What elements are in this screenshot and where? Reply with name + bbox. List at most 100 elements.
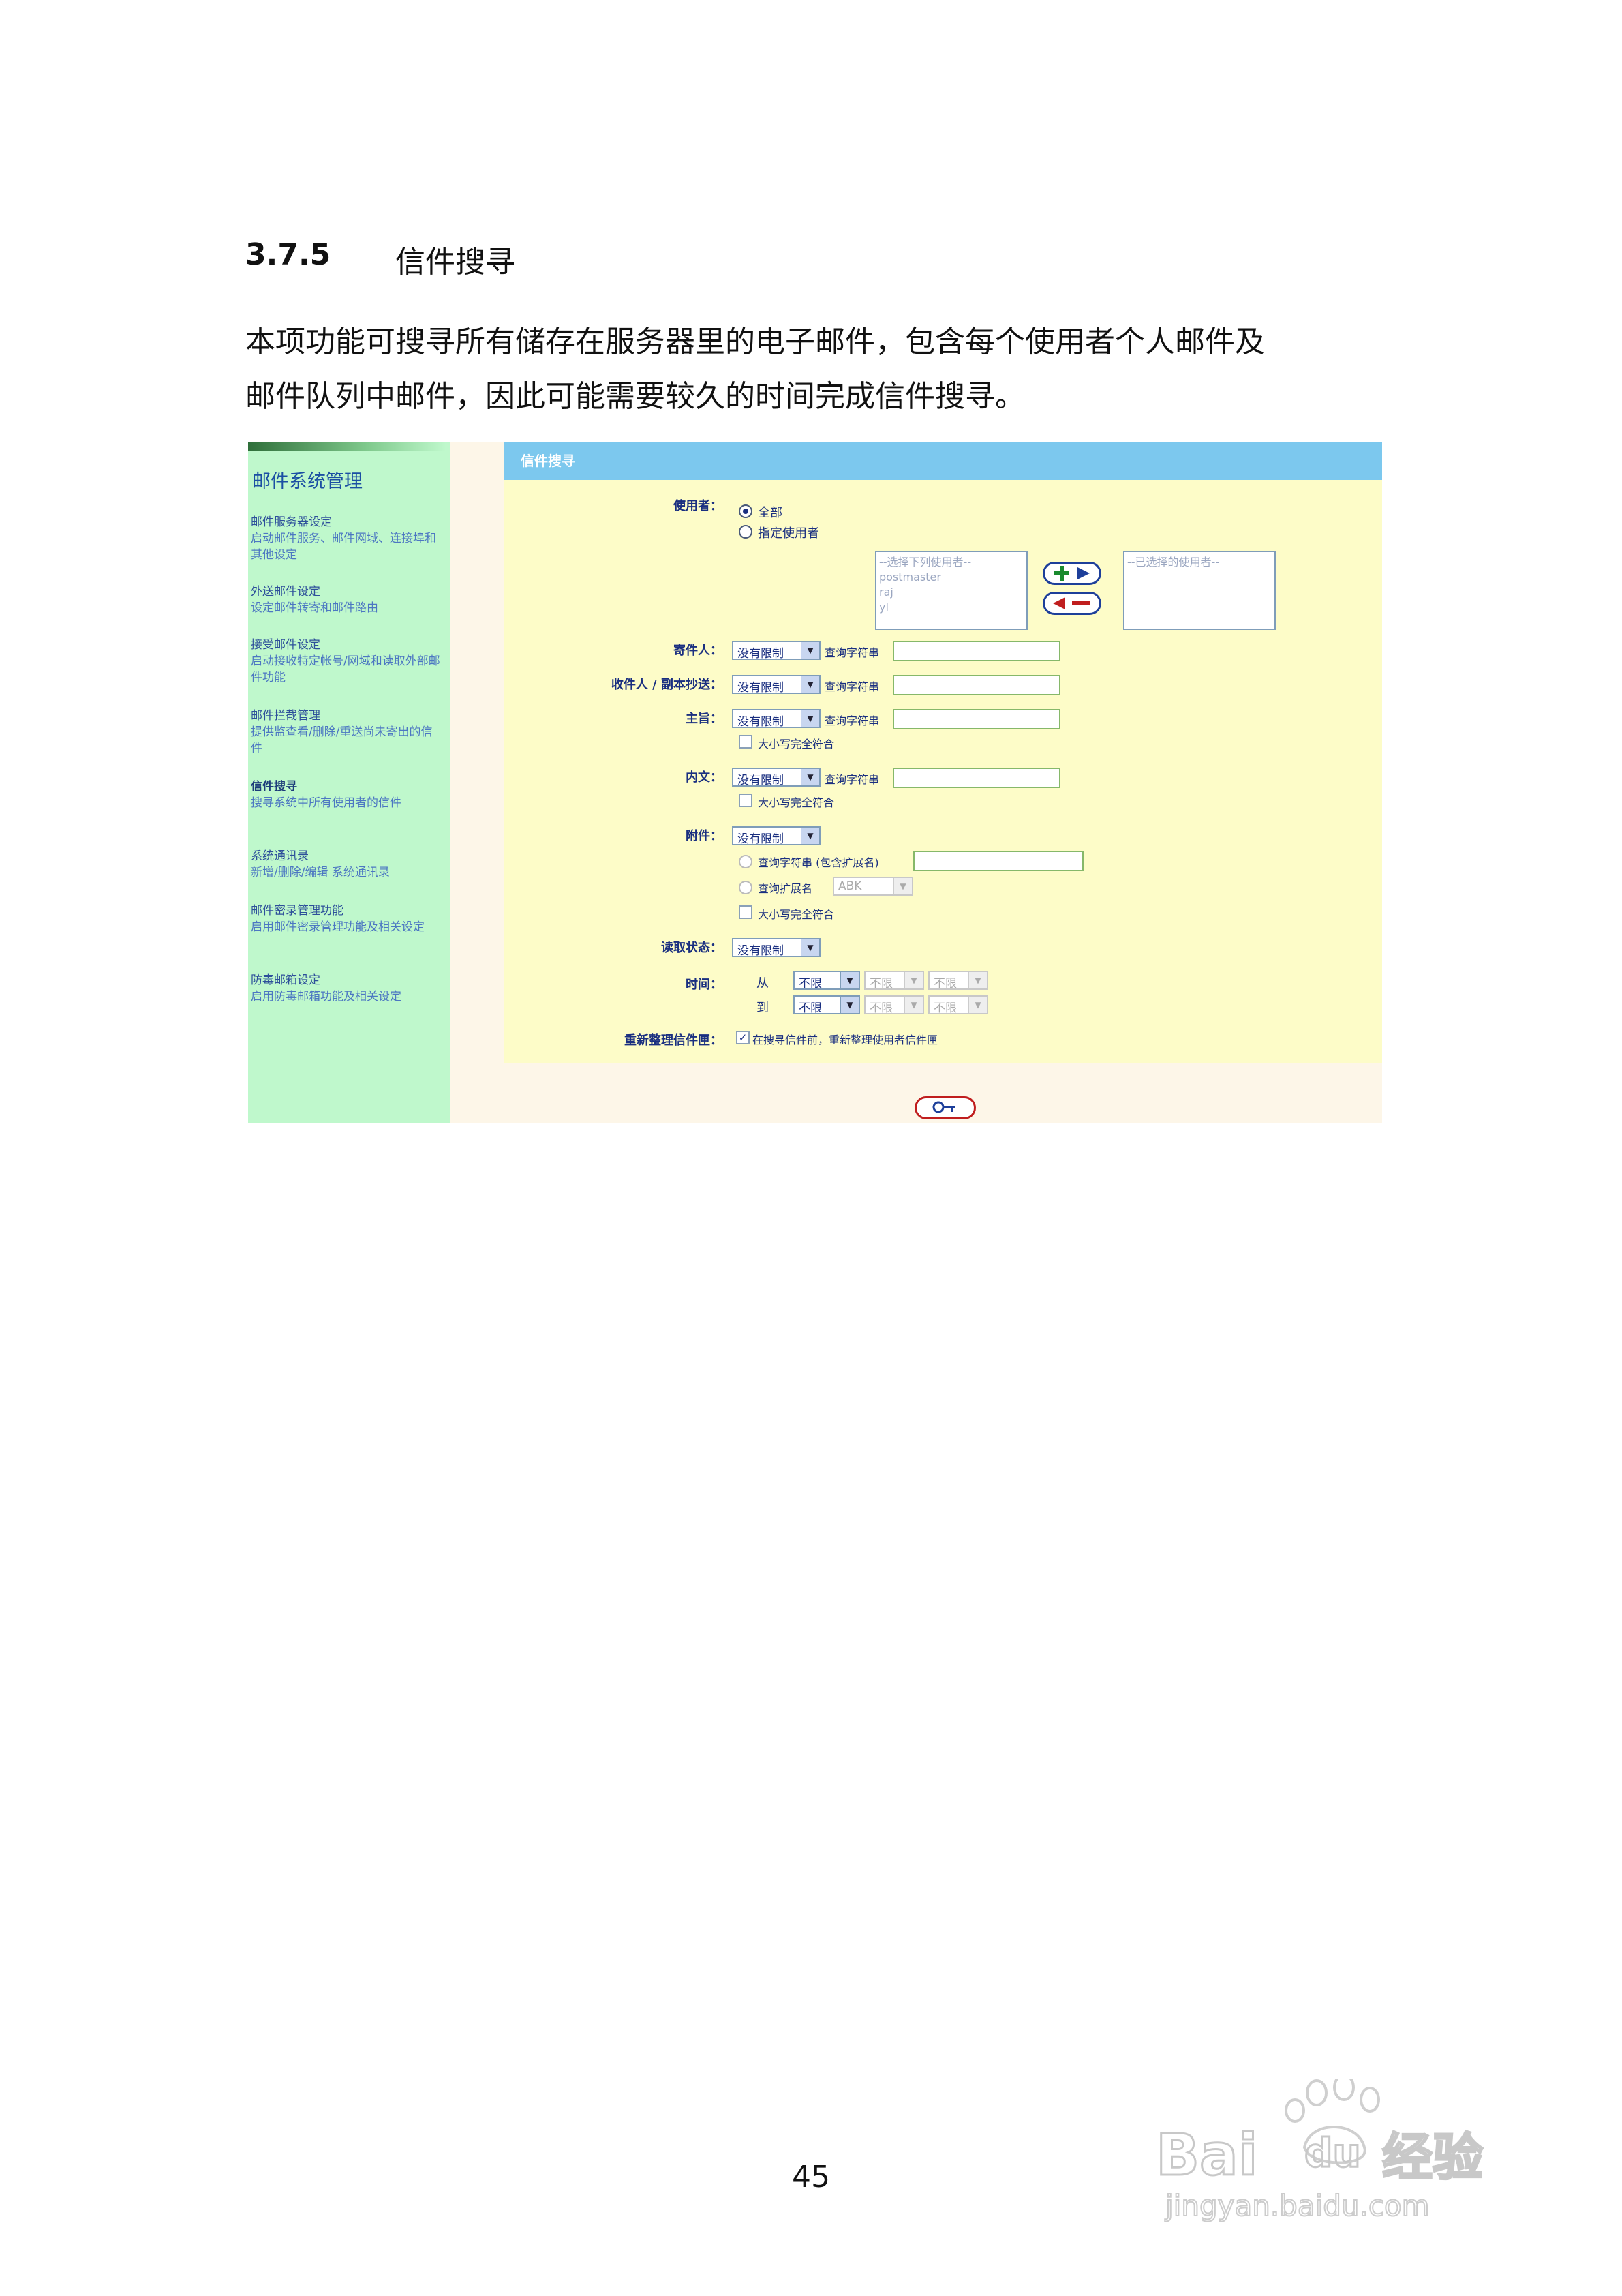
body-query-input[interactable] — [893, 768, 1060, 788]
rearrange-checkbox[interactable]: ✓ — [736, 1031, 750, 1044]
svg-text:Bai: Bai — [1156, 2121, 1258, 2188]
select-value: 不限 — [934, 977, 957, 991]
sidebar-item-title: 邮件服务器设定 — [251, 515, 332, 529]
panel-header-title: 信件搜寻 — [521, 453, 575, 469]
search-panel: 信件搜寻 使用者： 全部 指定使用者 --选择下列使用者-- postmaste… — [504, 442, 1382, 1063]
baidu-paw-logo-icon: Bai du 经验 jingyan.baidu.com — [1155, 2074, 1484, 2223]
subject-query-input[interactable] — [893, 709, 1060, 729]
sidebar-item-title: 邮件密录管理功能 — [251, 904, 343, 918]
sender-query-text: 查询字符串 — [825, 646, 880, 659]
select-value: 不限 — [934, 1001, 957, 1015]
time-to-text: 到 — [756, 1001, 769, 1015]
sidebar-item-antivirus[interactable]: 防毒邮箱设定 启用防毒邮箱功能及相关设定 — [251, 972, 442, 1005]
sidebar-item-title: 信件搜寻 — [251, 780, 297, 794]
select-value: 不限 — [799, 977, 822, 991]
time-from-text: 从 — [756, 976, 769, 991]
recipient-query-input[interactable] — [893, 675, 1060, 695]
recipient-limit-select[interactable]: 没有限制 ▼ — [732, 675, 821, 695]
select-value: 没有限制 — [737, 681, 784, 695]
body-case-checkbox[interactable] — [739, 794, 752, 807]
read-status-label: 读取状态： — [661, 941, 722, 955]
list-item[interactable]: --已选择的使用者-- — [1127, 555, 1272, 570]
att-ext-text: 查询扩展名 — [758, 882, 813, 895]
available-users-list[interactable]: --选择下列使用者-- postmaster raj yl — [875, 551, 1028, 630]
chevron-down-icon: ▼ — [893, 878, 912, 894]
svg-text:du: du — [1304, 2130, 1361, 2176]
chevron-down-icon: ▼ — [801, 642, 819, 659]
select-value: 没有限制 — [737, 832, 784, 846]
chevron-down-icon: ▼ — [801, 710, 819, 727]
attachment-label: 附件： — [686, 829, 722, 843]
to-day-select[interactable]: 不限 ▼ — [928, 995, 988, 1015]
body-query-text: 查询字符串 — [825, 773, 880, 786]
search-button[interactable] — [915, 1096, 976, 1119]
sidebar-item-mail-search[interactable]: 信件搜寻 搜寻系统中所有使用者的信件 — [251, 779, 442, 811]
chevron-down-icon: ▼ — [801, 676, 819, 693]
read-status-select[interactable]: 没有限制 ▼ — [732, 938, 821, 958]
sidebar-title: 邮件系统管理 — [252, 471, 363, 492]
list-item[interactable]: raj — [879, 585, 1024, 600]
intro-paragraph: 本项功能可搜寻所有储存在服务器里的电子邮件，包含每个使用者个人邮件及 邮件队列中… — [245, 315, 1390, 424]
chevron-down-icon: ▼ — [801, 769, 819, 785]
sidebar-item-interception[interactable]: 邮件拦截管理 提供监查看/删除/重送尚未寄出的信件 — [251, 708, 442, 757]
recipient-label: 收件人 / 副本抄送： — [611, 678, 722, 692]
sender-label: 寄件人： — [673, 644, 722, 658]
body-label: 内文： — [686, 770, 722, 785]
list-item[interactable]: --选择下列使用者-- — [879, 555, 1024, 570]
user-specified-radio[interactable] — [739, 525, 752, 539]
sidebar-item-address-book[interactable]: 系统通讯录 新增/删除/编辑 系统通讯录 — [251, 848, 442, 881]
to-year-select[interactable]: 不限 ▼ — [793, 995, 860, 1015]
list-item[interactable]: yl — [879, 600, 1024, 615]
attachment-limit-select[interactable]: 没有限制 ▼ — [732, 826, 821, 846]
att-case-checkbox[interactable] — [739, 905, 752, 919]
user-label: 使用者： — [673, 499, 722, 513]
att-query-input[interactable] — [913, 851, 1084, 871]
sidebar-item-incoming[interactable]: 接受邮件设定 启动接收特定帐号/网域和读取外部邮件功能 — [251, 637, 442, 686]
sidebar-item-title: 外送邮件设定 — [251, 585, 320, 599]
sidebar-item-title: 系统通讯录 — [251, 849, 309, 863]
chevron-down-icon: ▼ — [801, 828, 819, 844]
from-month-select[interactable]: 不限 ▼ — [864, 971, 924, 991]
subject-query-text: 查询字符串 — [825, 714, 880, 727]
user-all-radio[interactable] — [739, 504, 752, 518]
add-user-button[interactable] — [1043, 562, 1101, 585]
selected-users-list[interactable]: --已选择的使用者-- — [1123, 551, 1276, 630]
sidebar-item-server-settings[interactable]: 邮件服务器设定 启动邮件服务、邮件网域、连接埠和其他设定 — [251, 514, 442, 563]
att-ext-radio[interactable] — [739, 881, 752, 894]
sidebar-item-desc: 提供监查看/删除/重送尚未寄出的信件 — [251, 725, 433, 755]
att-query-radio[interactable] — [739, 855, 752, 868]
chevron-down-icon: ▼ — [840, 997, 859, 1013]
body-limit-select[interactable]: 没有限制 ▼ — [732, 768, 821, 787]
sidebar-top-bar — [248, 442, 446, 451]
baidu-watermark: Bai du 经验 jingyan.baidu.com — [1153, 2074, 1521, 2223]
svg-text:jingyan.baidu.com: jingyan.baidu.com — [1165, 2189, 1430, 2222]
att-ext-select[interactable]: ABK ▼ — [833, 877, 913, 896]
subject-label: 主旨： — [686, 712, 722, 726]
select-value: 没有限制 — [737, 774, 784, 787]
sidebar-item-archive[interactable]: 邮件密录管理功能 启用邮件密录管理功能及相关设定 — [251, 903, 442, 935]
mail-search-screenshot: 邮件系统管理 邮件服务器设定 启动邮件服务、邮件网域、连接埠和其他设定 外送邮件… — [248, 442, 1382, 1123]
remove-user-button[interactable] — [1043, 592, 1101, 615]
sidebar-item-desc: 新增/删除/编辑 系统通讯录 — [251, 866, 390, 879]
list-item[interactable]: postmaster — [879, 570, 1024, 585]
sender-query-input[interactable] — [893, 641, 1060, 661]
chevron-down-icon: ▼ — [801, 939, 819, 956]
from-day-select[interactable]: 不限 ▼ — [928, 971, 988, 991]
select-value: 没有限制 — [737, 647, 784, 661]
chevron-down-icon: ▼ — [904, 997, 923, 1013]
sidebar-item-title: 接受邮件设定 — [251, 638, 320, 652]
from-year-select[interactable]: 不限 ▼ — [793, 971, 860, 991]
chevron-down-icon: ▼ — [840, 972, 859, 988]
sidebar-item-desc: 设定邮件转寄和邮件路由 — [251, 601, 378, 615]
select-value: 没有限制 — [737, 944, 784, 958]
subject-case-checkbox[interactable] — [739, 735, 752, 749]
rearrange-text: 在搜寻信件前，重新整理使用者信件匣 — [752, 1033, 938, 1046]
sidebar-item-outgoing[interactable]: 外送邮件设定 设定邮件转寄和邮件路由 — [251, 584, 442, 616]
user-all-text: 全部 — [758, 506, 782, 520]
chevron-down-icon: ▼ — [968, 972, 987, 988]
sender-limit-select[interactable]: 没有限制 ▼ — [732, 641, 821, 661]
to-month-select[interactable]: 不限 ▼ — [864, 995, 924, 1015]
remove-arrow-icon — [1053, 597, 1090, 609]
subject-limit-select[interactable]: 没有限制 ▼ — [732, 709, 821, 729]
rearrange-label: 重新整理信件匣： — [624, 1033, 722, 1048]
